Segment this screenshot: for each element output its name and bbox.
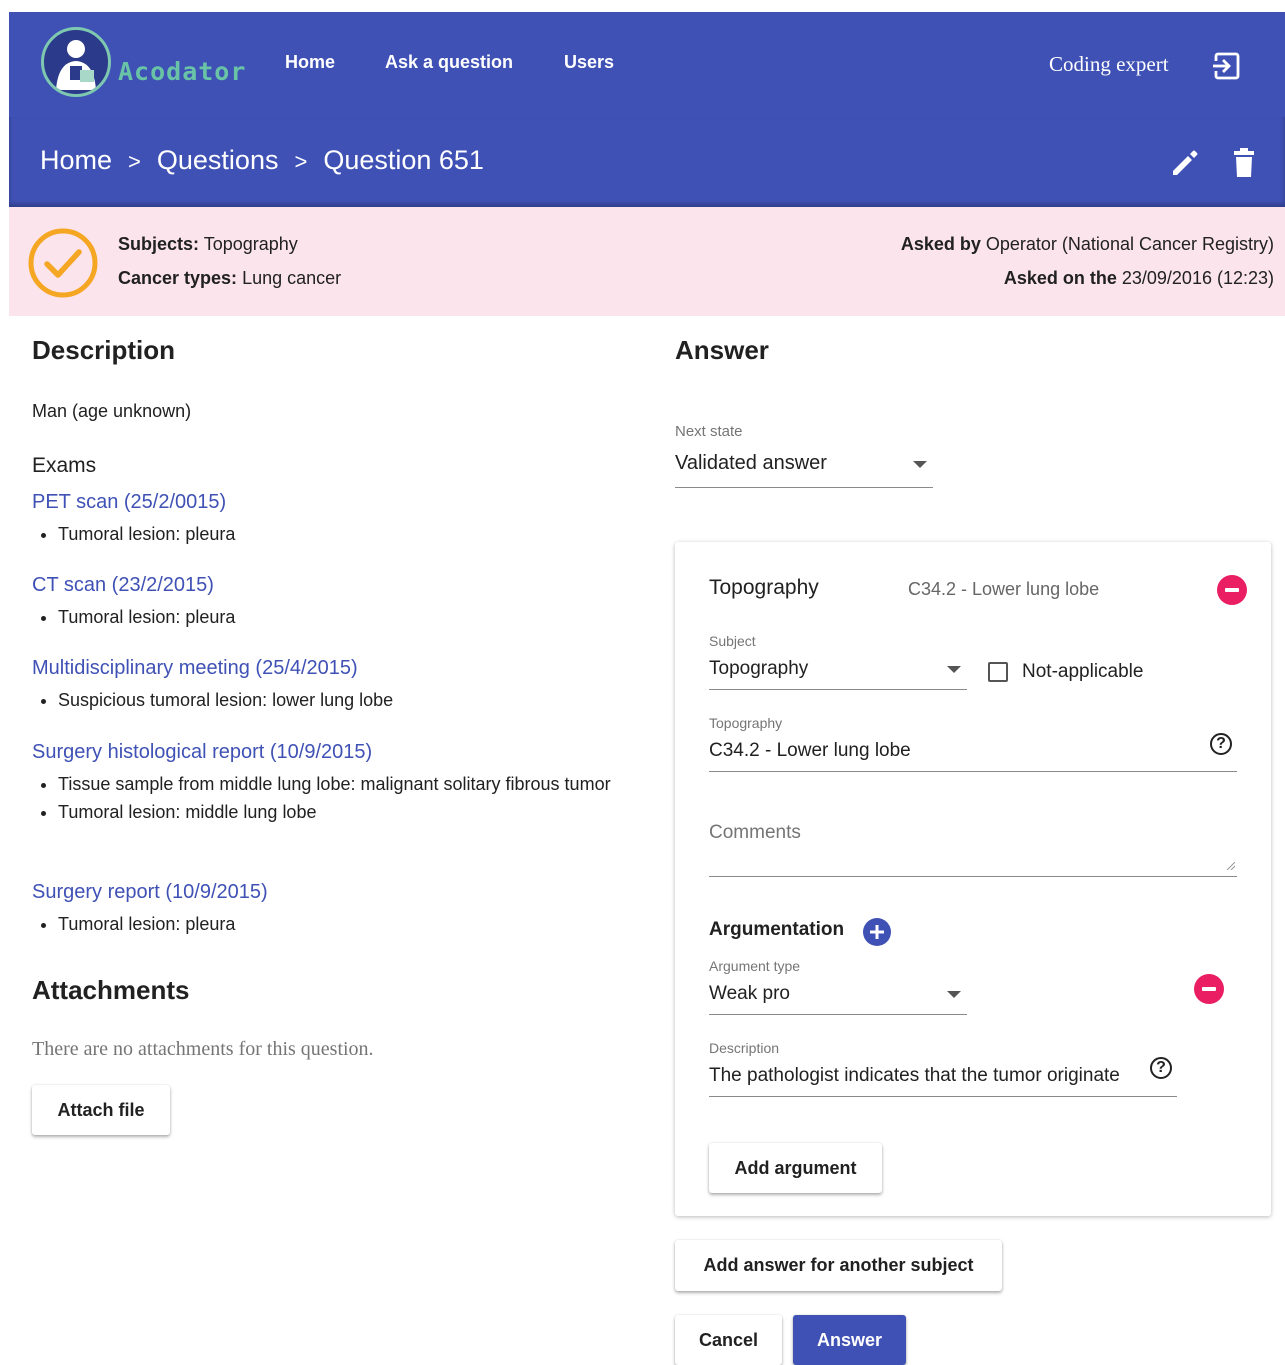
- field-underline: [709, 689, 967, 690]
- field-underline: [709, 876, 1237, 877]
- asked-by-info: Asked by Operator (National Cancer Regis…: [901, 234, 1274, 255]
- chevron-down-icon: [947, 991, 961, 998]
- remove-subject-icon[interactable]: [1217, 575, 1247, 605]
- next-state-select[interactable]: Validated answer: [675, 448, 933, 488]
- breadcrumb-home[interactable]: Home: [40, 145, 112, 175]
- not-applicable-checkbox[interactable]: [988, 662, 1008, 682]
- finding-item: Tissue sample from middle lung lobe: mal…: [58, 770, 618, 798]
- argument-type-value: Weak pro: [709, 983, 790, 1004]
- attach-file-button[interactable]: Attach file: [32, 1085, 170, 1135]
- argumentation-label: Argumentation: [709, 919, 845, 940]
- exam-link-ct-scan[interactable]: CT scan (23/2/2015): [32, 574, 214, 597]
- breadcrumb-separator: >: [128, 149, 141, 174]
- field-underline: [709, 1096, 1177, 1097]
- argument-description-input[interactable]: The pathologist indicates that the tumor…: [709, 1057, 1177, 1097]
- cancer-types-info: Cancer types: Lung cancer: [118, 268, 341, 289]
- logo-text: Acodator: [118, 57, 247, 86]
- comments-textarea[interactable]: Comments: [709, 822, 1237, 877]
- finding-item: Suspicious tumoral lesion: lower lung lo…: [58, 686, 393, 714]
- add-another-subject-button[interactable]: Add answer for another subject: [675, 1240, 1002, 1291]
- breadcrumb-questions[interactable]: Questions: [157, 145, 279, 175]
- not-applicable-label: Not-applicable: [1022, 661, 1144, 682]
- finding-item: Tumoral lesion: middle lung lobe: [58, 798, 618, 826]
- answer-submit-button[interactable]: Answer: [793, 1315, 906, 1365]
- attachments-heading: Attachments: [32, 975, 190, 1005]
- finding-item: Tumoral lesion: pleura: [58, 910, 235, 938]
- subject-answer-card: Topography C34.2 - Lower lung lobe Subje…: [675, 542, 1271, 1216]
- finding-item: Tumoral lesion: pleura: [58, 603, 235, 631]
- chevron-down-icon: [913, 461, 927, 468]
- subject-select[interactable]: Topography: [709, 654, 967, 690]
- breadcrumb-bar: Home > Questions > Question 651: [9, 117, 1285, 207]
- exam-findings: Suspicious tumoral lesion: lower lung lo…: [0, 686, 393, 714]
- patient-info: Man (age unknown): [32, 401, 192, 421]
- argument-type-label: Argument type: [709, 958, 801, 974]
- chevron-down-icon: [947, 666, 961, 673]
- exam-findings: Tumoral lesion: pleura: [0, 910, 235, 938]
- add-argument-icon[interactable]: [863, 918, 891, 946]
- validated-check-icon: [27, 227, 99, 299]
- subjects-value: Topography: [203, 234, 298, 254]
- remove-argument-icon[interactable]: [1194, 974, 1224, 1004]
- next-state-label: Next state: [675, 423, 743, 440]
- exam-link-pet-scan[interactable]: PET scan (25/2/0015): [32, 491, 226, 514]
- breadcrumb-separator: >: [294, 149, 308, 174]
- asked-on-info: Asked on the 23/09/2016 (12:23): [1004, 268, 1274, 289]
- help-icon[interactable]: ?: [1150, 1057, 1172, 1079]
- no-attachments-text: There are no attachments for this questi…: [32, 1038, 374, 1060]
- exam-findings: Tumoral lesion: pleura: [0, 603, 235, 631]
- exam-findings: Tissue sample from middle lung lobe: mal…: [0, 770, 618, 826]
- nav-ask-question[interactable]: Ask a question: [385, 52, 513, 73]
- asked-by-value: Operator (National Cancer Registry): [985, 234, 1274, 254]
- comments-placeholder: Comments: [709, 822, 801, 843]
- acodator-logo-icon[interactable]: [41, 27, 111, 97]
- nav-home[interactable]: Home: [285, 52, 335, 73]
- card-subject-heading: Topography: [709, 576, 819, 599]
- argument-description-label: Description: [709, 1040, 780, 1056]
- logout-icon[interactable]: [1211, 51, 1241, 81]
- argument-description-value: The pathologist indicates that the tumor…: [709, 1065, 1120, 1086]
- exam-link-surgery-report[interactable]: Surgery report (10/9/2015): [32, 881, 268, 904]
- answer-heading: Answer: [675, 335, 769, 365]
- exam-link-surgery-histological-report[interactable]: Surgery histological report (10/9/2015): [32, 741, 372, 764]
- nav-users[interactable]: Users: [564, 52, 614, 73]
- cancer-types-value: Lung cancer: [242, 268, 342, 288]
- topography-input[interactable]: C34.2 - Lower lung lobe ?: [709, 733, 1237, 772]
- description-heading: Description: [32, 335, 176, 365]
- question-info-banner: Subjects: Topography Cancer types: Lung …: [9, 207, 1285, 316]
- edit-icon[interactable]: [1169, 147, 1201, 179]
- resize-handle-icon[interactable]: [1227, 862, 1235, 870]
- cancel-button[interactable]: Cancel: [675, 1315, 782, 1365]
- field-underline: [709, 1014, 967, 1015]
- subject-label: Subject: [709, 633, 756, 649]
- asked-on-label: Asked on the: [1003, 268, 1117, 288]
- exam-findings: Tumoral lesion: pleura: [0, 520, 235, 548]
- field-underline: [709, 771, 1237, 772]
- subjects-info: Subjects: Topography: [118, 234, 298, 255]
- cancer-types-label: Cancer types:: [118, 268, 238, 288]
- exam-link-multidisciplinary-meeting[interactable]: Multidisciplinary meeting (25/4/2015): [32, 657, 358, 680]
- exams-heading: Exams: [32, 454, 97, 477]
- asked-on-value: 23/09/2016 (12:23): [1121, 268, 1274, 288]
- subject-value: Topography: [709, 658, 809, 679]
- top-app-bar: Acodator Home Ask a question Users Codin…: [9, 12, 1285, 117]
- breadcrumb-current: Question 651: [323, 145, 484, 175]
- help-icon[interactable]: ?: [1210, 733, 1232, 755]
- argument-type-select[interactable]: Weak pro: [709, 979, 967, 1015]
- topography-value: C34.2 - Lower lung lobe: [709, 740, 911, 761]
- user-name: Coding expert: [1049, 52, 1169, 76]
- card-code-summary: C34.2 - Lower lung lobe: [908, 579, 1100, 599]
- asked-by-label: Asked by: [900, 234, 981, 254]
- delete-icon[interactable]: [1229, 147, 1259, 179]
- finding-item: Tumoral lesion: pleura: [58, 520, 235, 548]
- subjects-label: Subjects:: [118, 234, 200, 254]
- next-state-value: Validated answer: [675, 452, 827, 474]
- breadcrumb: Home > Questions > Question 651: [40, 145, 484, 176]
- topography-label: Topography: [709, 715, 783, 731]
- field-underline: [675, 487, 933, 488]
- add-argument-button[interactable]: Add argument: [709, 1143, 882, 1193]
